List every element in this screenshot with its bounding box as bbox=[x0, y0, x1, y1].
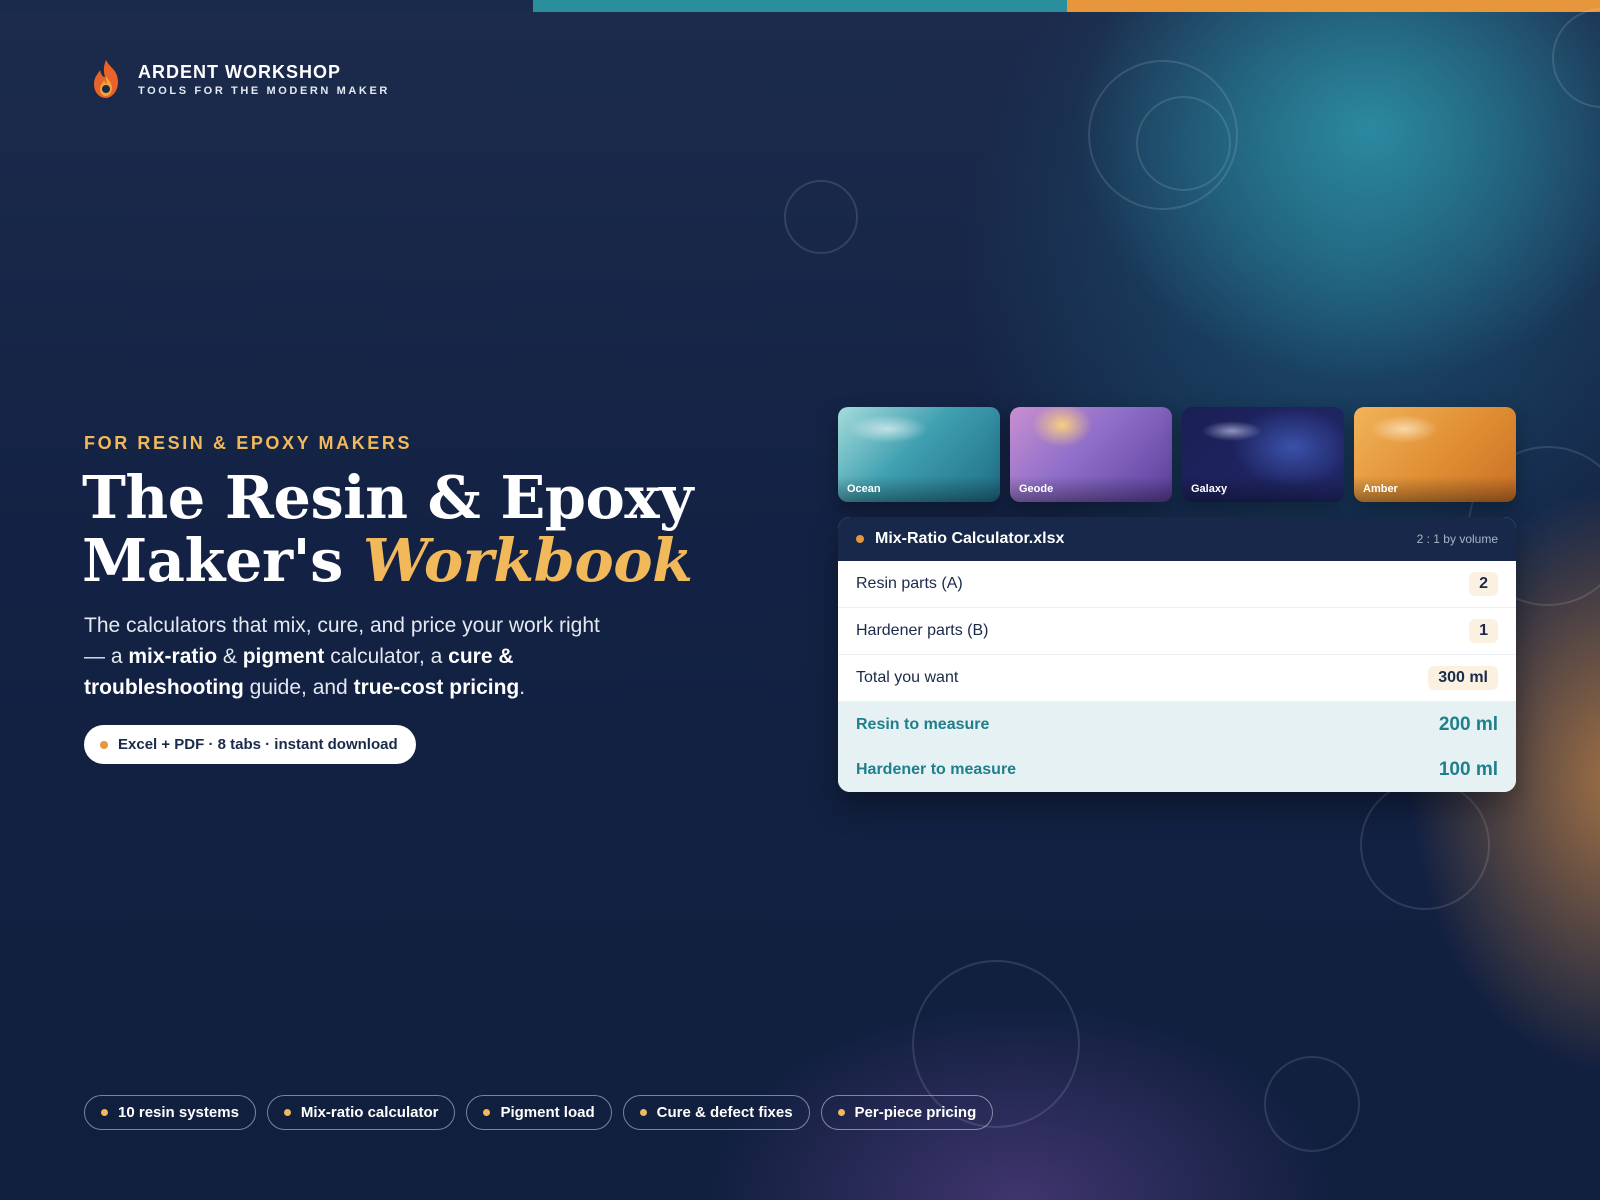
title-accent: Workbook bbox=[362, 526, 693, 595]
calculator-card: Mix-Ratio Calculator.xlsx 2 : 1 by volum… bbox=[838, 517, 1516, 792]
dot-icon bbox=[101, 1109, 108, 1116]
feature-tag-label: Cure & defect fixes bbox=[656, 1104, 793, 1121]
brand-tagline: TOOLS FOR THE MODERN MAKER bbox=[138, 84, 390, 97]
title-line-1: The Resin & Epoxy bbox=[82, 463, 693, 532]
flame-icon bbox=[94, 60, 118, 98]
input-label: Resin parts (A) bbox=[856, 575, 963, 592]
dot-icon bbox=[283, 1109, 291, 1116]
dot-icon bbox=[100, 740, 108, 749]
decor-bubble bbox=[1264, 1056, 1360, 1152]
top-stripe bbox=[0, 0, 1600, 12]
swatch-ocean[interactable]: Ocean bbox=[838, 407, 1000, 502]
decor-bubble bbox=[1360, 780, 1490, 910]
brand[interactable]: ARDENT WORKSHOP TOOLS FOR THE MODERN MAK… bbox=[88, 58, 390, 100]
download-pill-label: Excel + PDF · 8 tabs · instant download bbox=[118, 736, 398, 753]
input-row-hardener: Hardener parts (B) 1 bbox=[838, 608, 1516, 655]
swatch-amber[interactable]: Amber bbox=[1354, 407, 1516, 502]
output-label: Hardener to measure bbox=[856, 760, 1017, 778]
total-volume-field[interactable]: 300 ml bbox=[1428, 666, 1498, 690]
feature-tag[interactable]: Per-piece pricing bbox=[820, 1095, 994, 1130]
feature-tags: 10 resin systems Mix-ratio calculator Pi… bbox=[84, 1095, 994, 1130]
swatch-galaxy[interactable]: Galaxy bbox=[1182, 407, 1344, 502]
feature-tag-label: 10 resin systems bbox=[118, 1104, 239, 1121]
dot-icon bbox=[856, 535, 864, 543]
dot-icon bbox=[837, 1109, 845, 1116]
input-label: Hardener parts (B) bbox=[856, 622, 989, 639]
swatch-label: Amber bbox=[1363, 483, 1398, 495]
feature-tag[interactable]: Pigment load bbox=[466, 1095, 612, 1130]
feature-tag[interactable]: Cure & defect fixes bbox=[622, 1095, 810, 1130]
eyebrow: FOR RESIN & EPOXY MAKERS bbox=[84, 433, 413, 453]
calculator-header: Mix-Ratio Calculator.xlsx 2 : 1 by volum… bbox=[838, 517, 1516, 561]
output-row-hardener: Hardener to measure 100 ml bbox=[838, 747, 1516, 792]
swatch-row: Ocean Geode Galaxy Amber bbox=[838, 407, 1516, 502]
feature-tag-label: Per-piece pricing bbox=[854, 1104, 977, 1121]
resin-parts-field[interactable]: 2 bbox=[1469, 572, 1498, 596]
brand-name: ARDENT WORKSHOP bbox=[138, 61, 341, 82]
feature-tag[interactable]: Mix-ratio calculator bbox=[266, 1095, 456, 1130]
feature-tag[interactable]: 10 resin systems bbox=[84, 1095, 256, 1130]
swatch-label: Ocean bbox=[847, 483, 881, 495]
dot-icon bbox=[639, 1109, 647, 1116]
output-row-resin: Resin to measure 200 ml bbox=[838, 702, 1516, 747]
decor-bubble bbox=[784, 180, 858, 254]
swatch-label: Geode bbox=[1019, 483, 1054, 495]
lede: The calculators that mix, cure, and pric… bbox=[84, 614, 600, 699]
title-line-2: Maker's bbox=[82, 526, 343, 595]
swatch-geode[interactable]: Geode bbox=[1010, 407, 1172, 502]
download-pill[interactable]: Excel + PDF · 8 tabs · instant download bbox=[84, 725, 416, 764]
decor-bubble bbox=[1136, 96, 1231, 191]
output-label: Resin to measure bbox=[856, 715, 990, 733]
hardener-parts-field[interactable]: 1 bbox=[1469, 619, 1498, 643]
input-row-total: Total you want 300 ml bbox=[838, 655, 1516, 702]
calculator-file-name: Mix-Ratio Calculator.xlsx bbox=[875, 530, 1065, 547]
hardener-result: 100 ml bbox=[1438, 758, 1498, 780]
calculator-ratio-note: 2 : 1 by volume bbox=[1416, 532, 1498, 546]
page-title: The Resin & Epoxy Maker's Workbook bbox=[82, 466, 802, 592]
dot-icon bbox=[483, 1109, 491, 1116]
swatch-label: Galaxy bbox=[1191, 483, 1228, 495]
input-row-resin: Resin parts (A) 2 bbox=[838, 561, 1516, 608]
input-label: Total you want bbox=[856, 669, 959, 686]
resin-result: 200 ml bbox=[1438, 713, 1498, 735]
feature-tag-label: Pigment load bbox=[500, 1104, 595, 1121]
feature-tag-label: Mix-ratio calculator bbox=[300, 1104, 439, 1121]
